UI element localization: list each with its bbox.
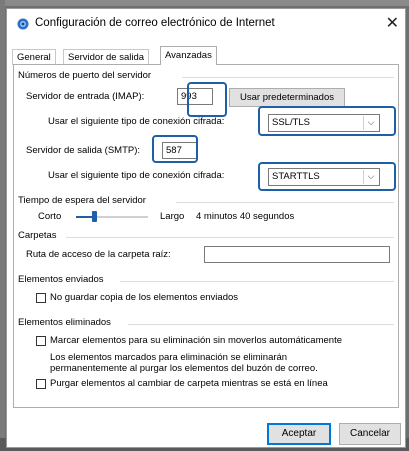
background-window-edge [0,0,5,451]
section-divider [66,237,394,238]
background-window-strip [0,0,409,6]
root-folder-field[interactable] [204,246,390,263]
outgoing-port-highlight [152,135,198,163]
no-copy-label[interactable]: No guardar copia de los elementos enviad… [50,292,238,303]
window-title: Configuración de correo electrónico de I… [35,17,275,29]
deletion-note-line-1: Los elementos marcados para eliminación … [50,352,288,363]
section-divider [120,281,394,282]
deleted-items-section-title: Elementos eliminados [18,317,111,328]
timeout-long-label: Largo [160,211,185,222]
deletion-note-line-2: permanentemente al purgar los elementos … [50,363,318,374]
ports-section-title: Números de puerto del servidor [18,70,152,81]
tab-general[interactable]: General [12,49,56,65]
timeout-short-label: Corto [38,211,62,222]
purge-on-switch-label[interactable]: Purgar elementos al cambiar de carpeta m… [50,378,328,389]
advanced-panel: Números de puerto del servidor Servidor … [13,64,399,408]
internet-email-settings-dialog: Configuración de correo electrónico de I… [6,8,406,448]
outgoing-server-label: Servidor de salida (SMTP): [26,145,141,156]
folders-section-title: Carpetas [18,230,57,241]
timeout-value: 4 minutos 40 segundos [196,211,295,222]
cancel-button[interactable]: Cancelar [339,423,401,445]
section-divider [128,324,394,325]
mark-for-deletion-checkbox[interactable] [36,336,46,346]
section-divider [176,202,394,203]
slider-thumb[interactable] [92,211,97,222]
accept-button[interactable]: Aceptar [267,423,331,445]
section-divider [182,77,394,78]
use-defaults-button[interactable]: Usar predeterminados [229,88,345,107]
incoming-port-highlight [187,82,227,117]
incoming-encryption-label: Usar el siguiente tipo de conexión cifra… [48,116,225,127]
close-icon[interactable]: ✕ [386,13,399,33]
timeout-section-title: Tiempo de espera del servidor [18,195,146,206]
tab-advanced[interactable]: Avanzadas [160,46,217,65]
sent-items-section-title: Elementos enviados [18,274,104,285]
no-copy-checkbox[interactable] [36,293,46,303]
title-bar: Configuración de correo electrónico de I… [7,9,405,39]
mark-for-deletion-label[interactable]: Marcar elementos para su eliminación sin… [50,335,342,346]
tab-outgoing-server[interactable]: Servidor de salida [63,49,150,65]
mail-settings-icon [17,18,29,30]
outgoing-encryption-label: Usar el siguiente tipo de conexión cifra… [48,170,225,181]
incoming-server-label: Servidor de entrada (IMAP): [26,91,145,102]
incoming-encryption-highlight [258,106,396,136]
outgoing-encryption-highlight [258,162,396,191]
purge-on-switch-checkbox[interactable] [36,379,46,389]
root-folder-label: Ruta de acceso de la carpeta raíz: [26,249,171,260]
